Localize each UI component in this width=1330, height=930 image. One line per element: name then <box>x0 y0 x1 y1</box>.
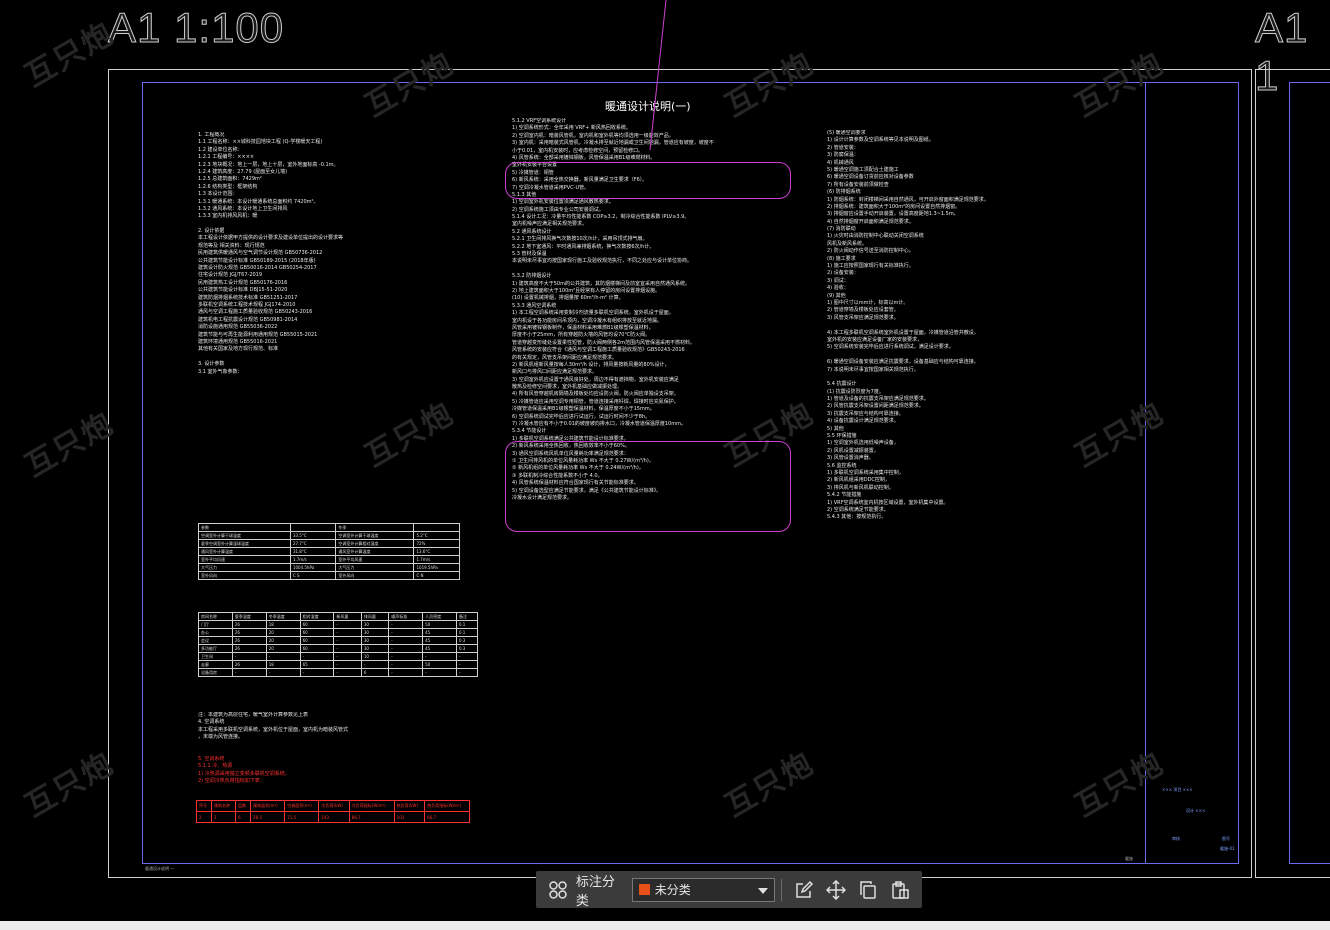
edit-note-icon[interactable] <box>793 879 815 901</box>
leader-line <box>649 0 667 151</box>
grid-icon[interactable] <box>547 879 569 901</box>
status-strip <box>0 921 1330 930</box>
annotation-toolbar: 标注分类 未分类 <box>536 871 922 909</box>
category-value: 未分类 <box>654 883 691 897</box>
category-label: 标注分类 <box>575 874 615 909</box>
chevron-down-icon <box>758 880 769 899</box>
move-icon[interactable] <box>825 879 847 901</box>
toolbar-divider <box>781 878 783 901</box>
category-color-swatch <box>638 884 650 895</box>
paste-icon[interactable] <box>889 879 911 901</box>
category-dropdown[interactable]: 未分类 <box>631 877 776 902</box>
copy-icon[interactable] <box>857 879 879 901</box>
